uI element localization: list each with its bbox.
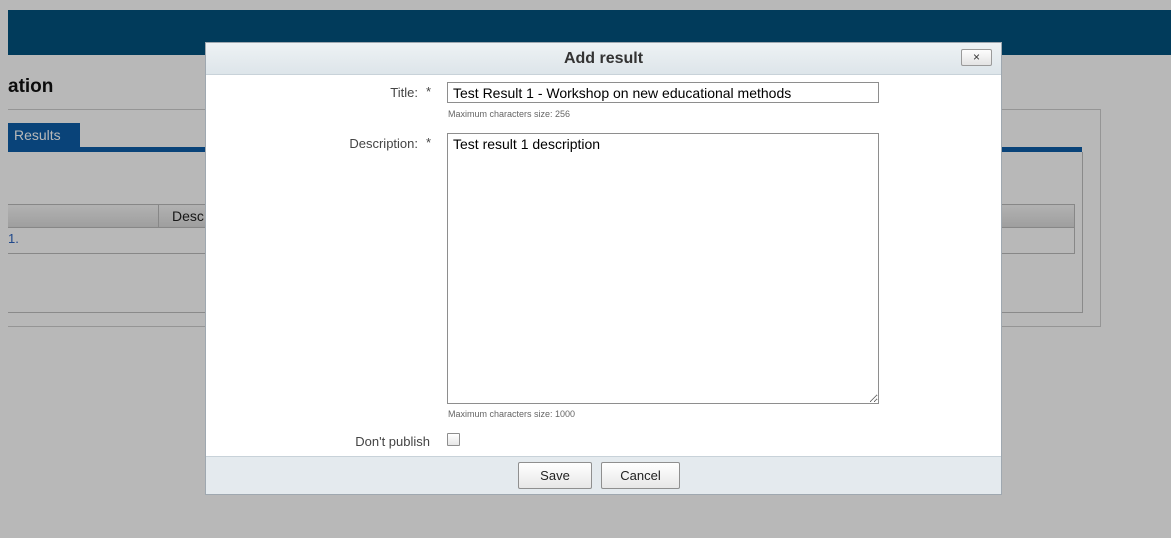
add-result-dialog: Add result × Title: * Maximum characters… [205,42,1002,495]
description-hint: Maximum characters size: 1000 [448,409,576,419]
dialog-header: Add result × [206,43,1001,75]
save-button[interactable]: Save [518,462,592,489]
description-field[interactable]: Test result 1 description [447,133,879,404]
title-required-marker: * [426,84,432,99]
dialog-title: Add result [563,50,644,67]
cancel-button[interactable]: Cancel [601,462,680,489]
dont-publish-label: Don't publish [355,434,430,449]
title-field[interactable] [447,82,879,103]
dialog-footer: Save Cancel [206,456,1001,494]
title-hint: Maximum characters size: 256 [448,109,571,119]
close-button[interactable]: × [961,49,992,66]
dont-publish-checkbox[interactable] [447,433,460,446]
title-label: Title: [390,85,418,100]
description-required-marker: * [426,135,432,150]
close-icon: × [972,50,980,64]
description-label: Description: [349,136,418,151]
